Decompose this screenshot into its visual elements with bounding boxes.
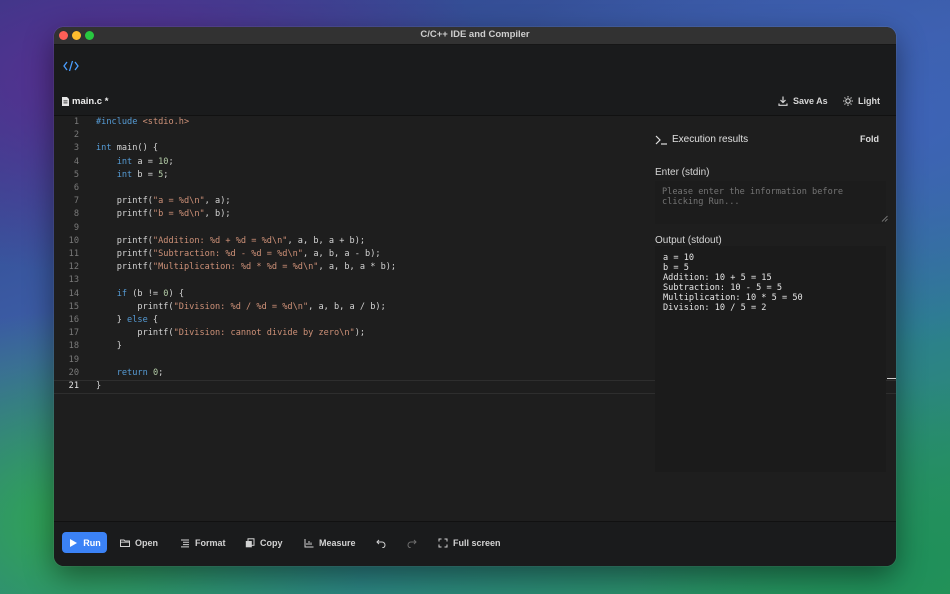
main-area: 1 #include <stdio.h> 2 3 int main() { 4 in… bbox=[54, 116, 896, 521]
line-number: 5 bbox=[73, 169, 79, 180]
results-panel: Execution results Fold Enter (stdin) Out… bbox=[651, 116, 887, 472]
line-number: 14 bbox=[68, 288, 79, 299]
copy-icon bbox=[245, 537, 255, 547]
undo-button[interactable] bbox=[376, 532, 386, 553]
open-button[interactable]: Open bbox=[120, 532, 158, 553]
code-text: int b = 5; bbox=[116, 169, 169, 180]
code-text: printf("Subtraction: %d - %d = %d\n", a,… bbox=[96, 249, 381, 259]
code-editor[interactable]: 1 #include <stdio.h> 2 3 int main() { 4 in… bbox=[54, 116, 896, 521]
run-button[interactable]: Run bbox=[62, 532, 107, 553]
line-number: 19 bbox=[68, 354, 79, 365]
redo-icon bbox=[407, 539, 417, 548]
line-number: 20 bbox=[68, 367, 79, 378]
stdout-output: a = 10 b = 5 Addition: 10 + 5 = 15 Subtr… bbox=[655, 246, 886, 472]
full-screen-label: Full screen bbox=[453, 537, 501, 548]
run-label: Run bbox=[83, 537, 101, 548]
code-text: int main() { bbox=[96, 143, 159, 154]
line-number: 13 bbox=[68, 275, 79, 286]
chart-icon bbox=[304, 538, 314, 547]
save-as-label: Save As bbox=[793, 96, 828, 106]
full-screen-button[interactable]: Full screen bbox=[438, 532, 501, 553]
resize-grip-icon[interactable] bbox=[881, 215, 888, 222]
theme-toggle-button[interactable]: Light bbox=[843, 96, 880, 106]
line-number: 16 bbox=[68, 315, 79, 325]
line-number: 15 bbox=[68, 301, 79, 312]
line-number: 8 bbox=[73, 209, 79, 220]
code-text: } bbox=[96, 341, 122, 352]
expand-icon bbox=[438, 538, 448, 547]
line-number: 11 bbox=[68, 249, 79, 259]
code-text: printf("Addition: %d + %d = %d\n", a, b,… bbox=[96, 235, 366, 246]
measure-button[interactable]: Measure bbox=[304, 532, 356, 553]
stdin-label: Enter (stdin) bbox=[655, 167, 710, 178]
play-icon bbox=[70, 538, 78, 547]
line-number: 1 bbox=[73, 117, 79, 127]
undo-icon bbox=[376, 539, 386, 548]
window-title: C/C++ IDE and Compiler bbox=[420, 29, 530, 40]
app-window: C/C++ IDE and Compiler main.c * Save As bbox=[54, 27, 896, 566]
line-number: 2 bbox=[73, 130, 79, 141]
line-number: 10 bbox=[68, 235, 79, 246]
line-number: 4 bbox=[73, 156, 79, 167]
code-text: int a = 10; bbox=[116, 156, 174, 167]
file-tab-main[interactable]: main.c * bbox=[62, 96, 108, 107]
line-number: 17 bbox=[68, 328, 79, 339]
line-number: 7 bbox=[73, 196, 79, 207]
bottom-toolbar: Run Open Format Copy Measure Full screen bbox=[54, 521, 896, 566]
code-text: } else { bbox=[96, 315, 159, 325]
line-number: 6 bbox=[73, 183, 79, 193]
results-title: Execution results bbox=[672, 134, 749, 145]
save-as-button[interactable]: Save As bbox=[778, 96, 828, 106]
measure-label: Measure bbox=[319, 537, 356, 548]
folder-icon bbox=[120, 539, 130, 547]
line-number: 18 bbox=[68, 341, 79, 352]
file-tab-label: main.c * bbox=[72, 96, 109, 107]
code-text: if (b != 0) { bbox=[116, 288, 184, 299]
format-lines-icon bbox=[181, 539, 189, 547]
line-number: 3 bbox=[73, 143, 79, 154]
format-button[interactable]: Format bbox=[180, 532, 226, 553]
theme-label: Light bbox=[858, 96, 880, 106]
open-label: Open bbox=[135, 537, 159, 548]
results-header: Execution results bbox=[655, 134, 748, 145]
terminal-icon bbox=[655, 135, 667, 145]
app-header bbox=[54, 45, 896, 89]
title-bar: C/C++ IDE and Compiler bbox=[54, 27, 896, 45]
code-text: printf("a = %d\n", a); bbox=[96, 196, 231, 207]
file-bar: main.c * Save As Light bbox=[54, 89, 896, 116]
code-text: return 0; bbox=[116, 367, 164, 378]
stdout-label: Output (stdout) bbox=[655, 235, 722, 246]
code-text: #include <stdio.h> bbox=[96, 117, 190, 127]
line-number: 9 bbox=[73, 222, 79, 233]
redo-button[interactable] bbox=[407, 532, 417, 553]
scrollbar-marker[interactable] bbox=[887, 378, 896, 379]
code-text: printf("Division: cannot divide by zero\… bbox=[96, 328, 366, 339]
line-number: 12 bbox=[68, 262, 79, 273]
copy-button[interactable]: Copy bbox=[245, 532, 283, 553]
code-text: printf("Division: %d / %d = %d\n", a, b,… bbox=[96, 301, 386, 312]
code-brackets-icon bbox=[63, 60, 79, 72]
line-number: 21 bbox=[68, 381, 79, 391]
sun-icon bbox=[843, 96, 853, 106]
file-icon bbox=[62, 97, 69, 106]
code-text: printf("Multiplication: %d * %d = %d\n",… bbox=[96, 262, 397, 273]
stdin-input[interactable] bbox=[655, 181, 886, 224]
download-icon bbox=[778, 96, 788, 106]
code-text: printf("b = %d\n", b); bbox=[96, 209, 231, 220]
fold-button[interactable]: Fold bbox=[860, 134, 879, 144]
format-label: Format bbox=[195, 537, 226, 548]
copy-label: Copy bbox=[260, 537, 283, 548]
code-text: } bbox=[96, 381, 102, 391]
